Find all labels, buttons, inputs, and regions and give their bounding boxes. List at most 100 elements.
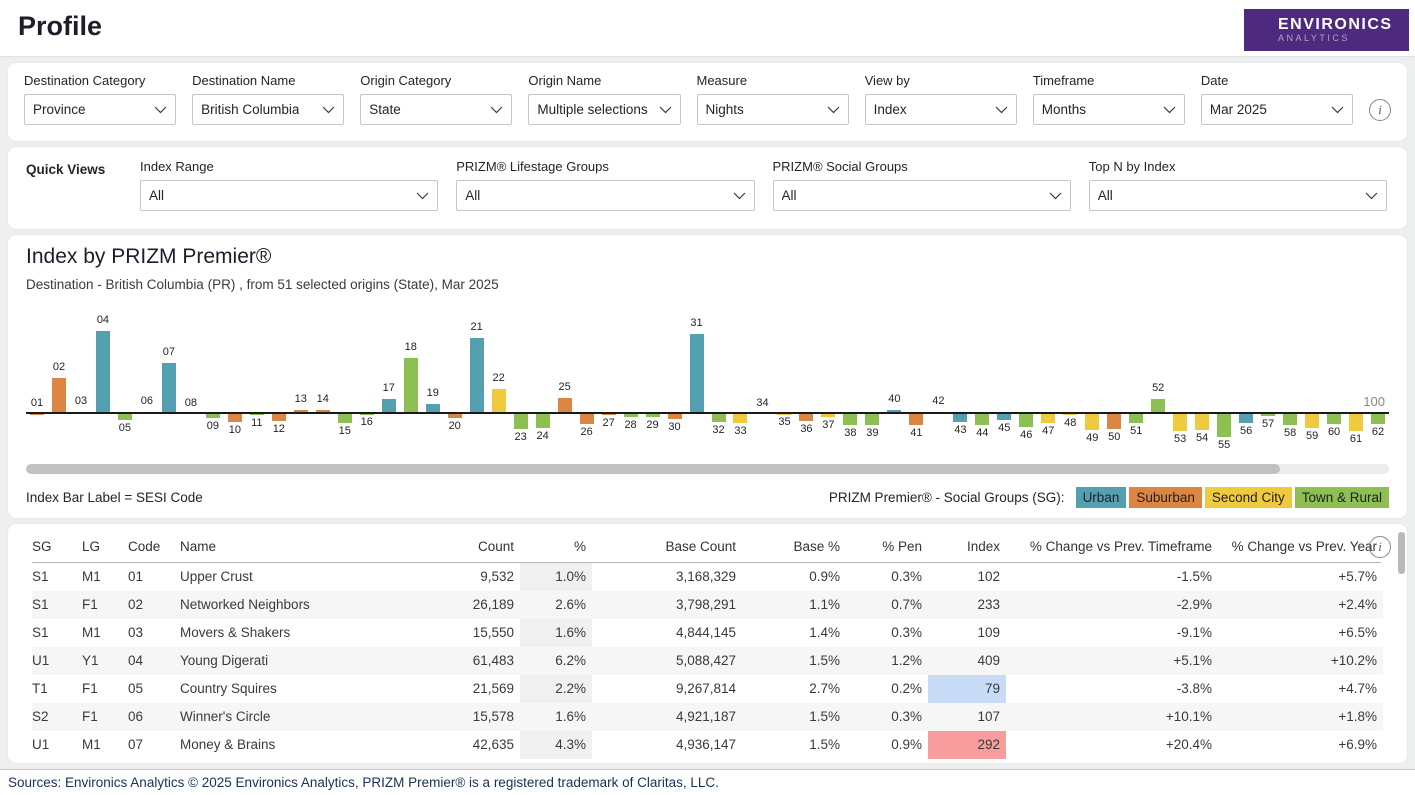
index-bar-15[interactable] (338, 414, 352, 423)
column-header-change-vs-prev-year[interactable]: % Change vs Prev. Year (1218, 530, 1383, 562)
index-bar-24[interactable] (536, 414, 550, 428)
index-bar-26[interactable] (580, 414, 594, 424)
index-bar-12[interactable] (272, 414, 286, 421)
index-bar-10[interactable] (228, 414, 242, 422)
cell-pct_pen: 0.9% (846, 731, 928, 759)
index-bar-05[interactable] (118, 414, 132, 420)
index-bar-51[interactable] (1129, 414, 1143, 423)
chart-scrollbar-thumb[interactable] (26, 464, 1280, 474)
cell-pct: 2.6% (520, 591, 592, 619)
bar-label-27: 27 (602, 417, 614, 429)
table-row[interactable]: S1M101Upper Crust9,5321.0%3,168,3290.9%0… (32, 563, 1381, 591)
index-bar-54[interactable] (1195, 414, 1209, 430)
index-bar-44[interactable] (975, 414, 989, 425)
filter-origin-category-dropdown[interactable]: State (360, 94, 512, 125)
column-header-count[interactable]: Count (410, 530, 520, 562)
table-row[interactable]: T1F105Country Squires21,5692.2%9,267,814… (32, 675, 1381, 703)
index-bar-50[interactable] (1107, 414, 1121, 429)
index-bar-41[interactable] (909, 414, 923, 425)
index-bar-61[interactable] (1349, 414, 1363, 431)
index-bar-55[interactable] (1217, 414, 1231, 437)
index-bar-49[interactable] (1085, 414, 1099, 430)
index-bar-11[interactable] (250, 414, 264, 415)
column-header-[interactable]: % (520, 530, 592, 562)
table-row[interactable]: U1Y104Young Digerati61,4836.2%5,088,4271… (32, 647, 1381, 675)
filter-timeframe-dropdown[interactable]: Months (1033, 94, 1185, 125)
quickview-label: Top N by Index (1089, 159, 1387, 174)
bar-label-56: 56 (1240, 425, 1252, 437)
column-header-pen[interactable]: % Pen (846, 530, 928, 562)
quickview-prizm-social-groups-dropdown[interactable]: All (773, 180, 1071, 211)
column-header-index[interactable]: Index (928, 530, 1006, 562)
column-header-change-vs-prev-timeframe[interactable]: % Change vs Prev. Timeframe (1006, 530, 1218, 562)
index-bar-60[interactable] (1327, 414, 1341, 424)
legend-chip-urban[interactable]: Urban (1076, 487, 1127, 508)
filter-destination-name-dropdown[interactable]: British Columbia (192, 94, 344, 125)
table-row[interactable]: S1F102Networked Neighbors26,1892.6%3,798… (32, 591, 1381, 619)
index-bar-59[interactable] (1305, 414, 1319, 428)
index-bar-31[interactable] (690, 334, 704, 414)
index-bar-07[interactable] (162, 363, 176, 415)
bar-label-55: 55 (1218, 439, 1230, 451)
filter-date-dropdown[interactable]: Mar 2025 (1201, 94, 1353, 125)
index-bar-53[interactable] (1173, 414, 1187, 431)
index-bar-30[interactable] (668, 414, 682, 419)
filter-label: Origin Category (360, 73, 512, 88)
index-bar-46[interactable] (1019, 414, 1033, 427)
index-bar-29[interactable] (646, 414, 660, 417)
index-bar-57[interactable] (1261, 414, 1275, 416)
index-bar-28[interactable] (624, 414, 638, 417)
chart-horizontal-scrollbar[interactable] (26, 464, 1389, 474)
table-info-icon[interactable]: i (1369, 536, 1391, 558)
index-bar-39[interactable] (865, 414, 879, 425)
cell-count: 15,550 (410, 619, 520, 647)
index-bar-56[interactable] (1239, 414, 1253, 423)
index-bar-27[interactable] (602, 414, 616, 415)
legend-chip-second-city[interactable]: Second City (1205, 487, 1292, 508)
index-bar-48[interactable] (1063, 414, 1077, 415)
column-header-lg[interactable]: LG (82, 530, 128, 562)
index-bar-47[interactable] (1041, 414, 1055, 423)
index-bar-62[interactable] (1371, 414, 1385, 424)
table-vertical-scrollbar[interactable] (1398, 532, 1405, 762)
index-bar-02[interactable] (52, 378, 66, 414)
quick-views-card: Quick Views Index RangeAllPRIZM® Lifesta… (8, 147, 1407, 229)
legend-chip-town-rural[interactable]: Town & Rural (1295, 487, 1389, 508)
bar-label-13: 13 (295, 393, 307, 405)
column-header-sg[interactable]: SG (32, 530, 82, 562)
filter-measure-dropdown[interactable]: Nights (697, 94, 849, 125)
filters-info-icon[interactable]: i (1369, 99, 1391, 121)
filter-destination-category-dropdown[interactable]: Province (24, 94, 176, 125)
index-bar-43[interactable] (953, 414, 967, 422)
index-bar-04[interactable] (96, 331, 110, 414)
index-bar-37[interactable] (821, 414, 835, 417)
index-bar-20[interactable] (448, 414, 462, 418)
bar-label-18: 18 (405, 341, 417, 353)
index-bar-22[interactable] (492, 389, 506, 414)
index-bar-38[interactable] (843, 414, 857, 425)
column-header-base-count[interactable]: Base Count (592, 530, 742, 562)
index-bar-36[interactable] (799, 414, 813, 421)
index-bar-32[interactable] (712, 414, 726, 422)
column-header-name[interactable]: Name (180, 530, 410, 562)
index-bar-58[interactable] (1283, 414, 1297, 425)
quickview-prizm-lifestage-groups-dropdown[interactable]: All (456, 180, 754, 211)
filter-origin-name-dropdown[interactable]: Multiple selections (528, 94, 680, 125)
bar-label-50: 50 (1108, 431, 1120, 443)
index-bar-18[interactable] (404, 358, 418, 414)
index-bar-21[interactable] (470, 338, 484, 414)
column-header-base[interactable]: Base % (742, 530, 846, 562)
index-bar-45[interactable] (997, 414, 1011, 420)
table-scrollbar-thumb[interactable] (1398, 532, 1405, 574)
table-row[interactable]: S2F106Winner's Circle15,5781.6%4,921,187… (32, 703, 1381, 731)
quickview-index-range-dropdown[interactable]: All (140, 180, 438, 211)
table-row[interactable]: U1M107Money & Brains42,6354.3%4,936,1471… (32, 731, 1381, 759)
legend-chip-suburban[interactable]: Suburban (1129, 487, 1202, 508)
table-row[interactable]: S1M103Movers & Shakers15,5501.6%4,844,14… (32, 619, 1381, 647)
filter-view-by-dropdown[interactable]: Index (865, 94, 1017, 125)
index-bar-23[interactable] (514, 414, 528, 429)
quickview-top-n-by-index-dropdown[interactable]: All (1089, 180, 1387, 211)
index-bar-33[interactable] (733, 414, 747, 423)
index-bar-09[interactable] (206, 414, 220, 418)
column-header-code[interactable]: Code (128, 530, 180, 562)
